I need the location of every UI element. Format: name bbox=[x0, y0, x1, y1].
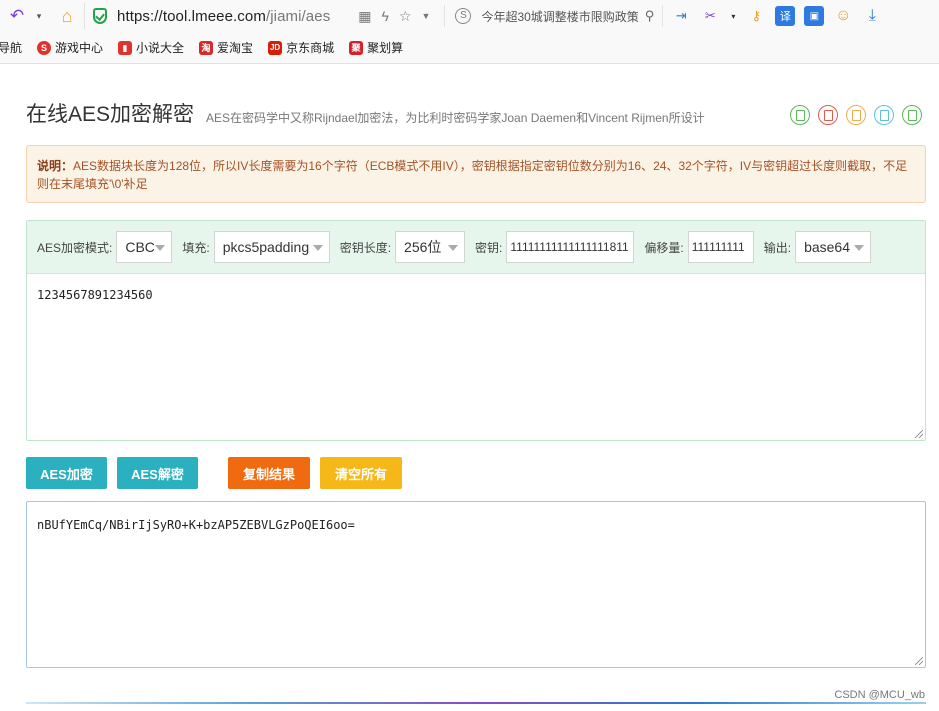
address-bar[interactable]: https://tool.lmeee.com/jiami/aes bbox=[84, 3, 330, 29]
share-icon[interactable] bbox=[790, 105, 810, 125]
dropdown-icon[interactable]: ▾ bbox=[28, 5, 50, 27]
url-text[interactable]: https://tool.lmeee.com/jiami/aes bbox=[117, 8, 330, 25]
secure-shield-icon bbox=[93, 8, 107, 24]
lightning-icon[interactable]: ϟ bbox=[382, 8, 389, 24]
output-label: 输出: bbox=[763, 240, 792, 255]
share-icons bbox=[790, 105, 922, 125]
bookmarks-bar: 导航 S 游戏中心 ▮ 小说大全 淘 爱淘宝 JD 京东商城 聚 聚划算 bbox=[0, 32, 939, 64]
login-icon[interactable]: ⇥ bbox=[671, 6, 691, 26]
browser-toolbar: ↶ ▾ ⌂ https://tool.lmeee.com/jiami/aes ▦… bbox=[0, 0, 939, 32]
bookmark-juhuasuan[interactable]: 聚 聚划算 bbox=[349, 39, 403, 56]
output-select[interactable]: base64 bbox=[795, 231, 872, 263]
resize-grip-icon[interactable] bbox=[915, 430, 923, 438]
translate-icon[interactable]: 译 bbox=[775, 6, 796, 26]
bookmark-jd[interactable]: JD 京东商城 bbox=[268, 39, 334, 56]
clear-all-button[interactable]: 清空所有 bbox=[320, 457, 402, 489]
jd-icon: JD bbox=[268, 40, 283, 55]
iv-input[interactable]: 111111111 bbox=[687, 231, 754, 263]
mode-select[interactable]: CBC bbox=[116, 231, 173, 263]
search-icon[interactable]: ⚲ bbox=[645, 8, 655, 24]
download-icon[interactable]: ⤓ bbox=[862, 6, 882, 26]
bookmark-taobao[interactable]: 淘 爱淘宝 bbox=[199, 39, 253, 56]
window-icon[interactable]: ▣ bbox=[804, 6, 825, 26]
padding-select[interactable]: pkcs5padding bbox=[213, 231, 330, 263]
note-text: AES数据块长度为128位，所以IV长度需要为16个字符（ECB模式不用IV），… bbox=[37, 159, 908, 191]
mode-label: AES加密模式: bbox=[37, 240, 113, 255]
dropdown-icon[interactable]: ▾ bbox=[729, 6, 737, 26]
aes-encrypt-button[interactable]: AES加密 bbox=[26, 457, 107, 489]
share-icon[interactable] bbox=[902, 105, 922, 125]
input-panel: AES加密模式: CBC 填充: pkcs5padding 密钥长度: 256位… bbox=[26, 220, 926, 441]
chevron-down-icon bbox=[155, 245, 166, 251]
watermark: CSDN @MCU_wb bbox=[834, 689, 925, 701]
key-label: 密钥: bbox=[475, 240, 503, 255]
news-ticker[interactable]: S 今年超30城调整楼市限购政策 ⚲ bbox=[444, 5, 654, 27]
resize-grip-icon[interactable] bbox=[915, 657, 923, 665]
star-icon[interactable]: ☆ bbox=[399, 8, 412, 25]
taobao-icon: 淘 bbox=[199, 40, 214, 55]
qr-code-icon[interactable]: ▦ bbox=[358, 8, 371, 25]
search-engine-icon: S bbox=[455, 8, 472, 24]
info-note: 说明：AES数据块长度为128位，所以IV长度需要为16个字符（ECB模式不用I… bbox=[26, 145, 926, 203]
share-icon[interactable] bbox=[874, 105, 894, 125]
copy-result-button[interactable]: 复制结果 bbox=[228, 457, 310, 489]
bookmark-novels[interactable]: ▮ 小说大全 bbox=[118, 39, 184, 56]
key-icon[interactable]: ⚷ bbox=[746, 6, 766, 26]
game-icon: S bbox=[37, 40, 52, 55]
emoji-icon[interactable]: ☺ bbox=[833, 6, 853, 26]
bookmark-nav[interactable]: 导航 bbox=[0, 39, 22, 56]
result-output[interactable]: nBUfYEmCq/NBirIjSyRO+K+bzAP5ZEBVLGzPoQEI… bbox=[26, 501, 926, 668]
chevron-down-icon bbox=[448, 245, 459, 251]
chevron-down-icon[interactable]: ▼ bbox=[422, 11, 431, 21]
book-icon: ▮ bbox=[118, 40, 133, 55]
bottom-gradient-bar bbox=[26, 702, 926, 704]
keylen-label: 密钥长度: bbox=[339, 240, 392, 255]
padding-label: 填充: bbox=[182, 240, 210, 255]
chevron-down-icon bbox=[854, 245, 865, 251]
home-icon[interactable]: ⌂ bbox=[56, 5, 78, 27]
juhuasuan-icon: 聚 bbox=[349, 40, 364, 55]
key-input[interactable]: 11111111111111111811 bbox=[506, 231, 635, 263]
scissors-icon[interactable]: ✂ bbox=[700, 6, 720, 26]
bookmark-game-center[interactable]: S 游戏中心 bbox=[37, 39, 103, 56]
undo-icon[interactable]: ↶ bbox=[6, 5, 28, 27]
options-bar: AES加密模式: CBC 填充: pkcs5padding 密钥长度: 256位… bbox=[27, 221, 925, 274]
share-icon[interactable] bbox=[846, 105, 866, 125]
keylen-select[interactable]: 256位 bbox=[395, 231, 466, 263]
aes-decrypt-button[interactable]: AES解密 bbox=[117, 457, 198, 489]
plaintext-input[interactable]: 1234567891234560 bbox=[27, 274, 925, 316]
iv-label: 偏移量: bbox=[644, 240, 684, 255]
share-icon[interactable] bbox=[818, 105, 838, 125]
chevron-down-icon bbox=[312, 245, 323, 251]
note-label: 说明： bbox=[37, 159, 74, 173]
result-text[interactable]: nBUfYEmCq/NBirIjSyRO+K+bzAP5ZEBVLGzPoQEI… bbox=[27, 502, 925, 548]
page-subtitle: AES在密码学中又称Rijndael加密法，为比利时密码学家Joan Daeme… bbox=[206, 111, 705, 125]
page-title: 在线AES加密解密 bbox=[26, 103, 195, 126]
